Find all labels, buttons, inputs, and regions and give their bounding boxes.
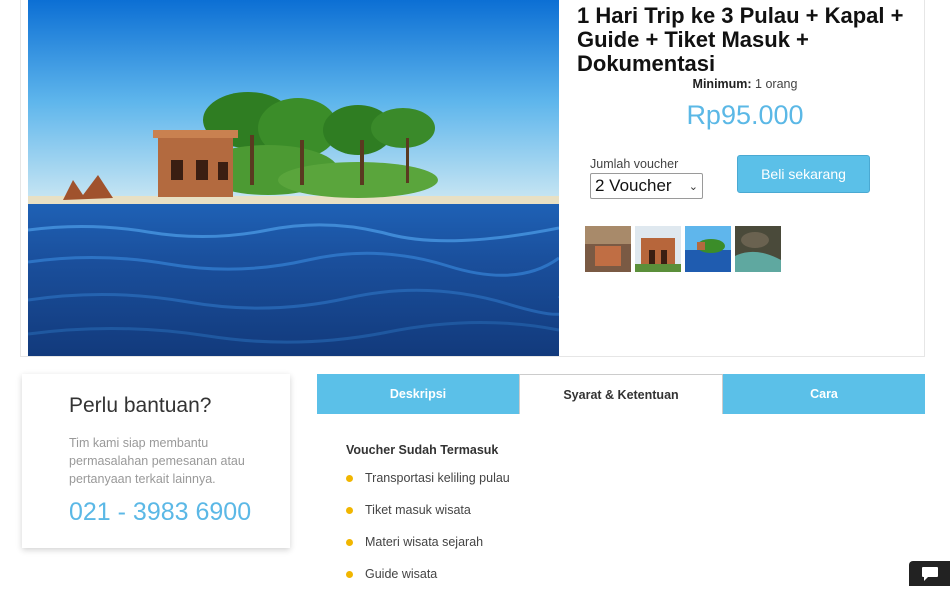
quantity-select[interactable]: 2 Voucher ⌄	[590, 173, 703, 199]
thumbnail-1[interactable]	[585, 226, 631, 272]
thumbnail-3[interactable]	[685, 226, 731, 272]
list-item: Tiket masuk wisata	[346, 503, 906, 535]
help-phone[interactable]: 021 - 3983 6900	[69, 498, 251, 527]
tab-deskripsi[interactable]: Deskripsi	[317, 374, 519, 414]
quantity-selected-value: 2 Voucher	[595, 176, 672, 195]
chat-button[interactable]	[909, 561, 950, 586]
list-item: Materi wisata sejarah	[346, 535, 906, 567]
quantity-label: Jumlah voucher	[590, 157, 679, 171]
hero-image	[28, 0, 559, 356]
help-box: Perlu bantuan? Tim kami siap membantu pe…	[22, 374, 290, 548]
list-item: Transportasi keliling pulau	[346, 471, 906, 503]
help-text: Tim kami siap membantu permasalahan peme…	[69, 436, 245, 486]
chat-bubble-icon	[921, 566, 938, 581]
chevron-down-icon: ⌄	[688, 180, 698, 193]
product-title: 1 Hari Trip ke 3 Pulau + Kapal + Guide +…	[577, 3, 904, 76]
tab-cara[interactable]: Cara	[723, 374, 925, 414]
help-title: Perlu bantuan?	[69, 394, 212, 417]
minimum-label: Minimum:	[692, 77, 752, 91]
thumbnail-2[interactable]	[635, 226, 681, 272]
tab-content: Voucher Sudah Termasuk Transportasi keli…	[346, 443, 906, 599]
tab-syarat-ketentuan[interactable]: Syarat & Ketentuan	[519, 374, 723, 414]
thumbnail-4[interactable]	[735, 226, 781, 272]
tab-bar: Deskripsi Syarat & Ketentuan Cara	[317, 374, 925, 414]
minimum-participants: Minimum: 1 orang	[577, 77, 913, 91]
content-heading: Voucher Sudah Termasuk	[346, 443, 499, 457]
thumbnail-gallery	[585, 226, 781, 272]
buy-now-button[interactable]: Beli sekarang	[737, 155, 870, 193]
list-item: Guide wisata	[346, 567, 906, 599]
minimum-value: 1 orang	[751, 77, 798, 91]
product-price: Rp95.000	[686, 100, 804, 130]
included-list: Transportasi keliling pulau Tiket masuk …	[346, 471, 906, 599]
